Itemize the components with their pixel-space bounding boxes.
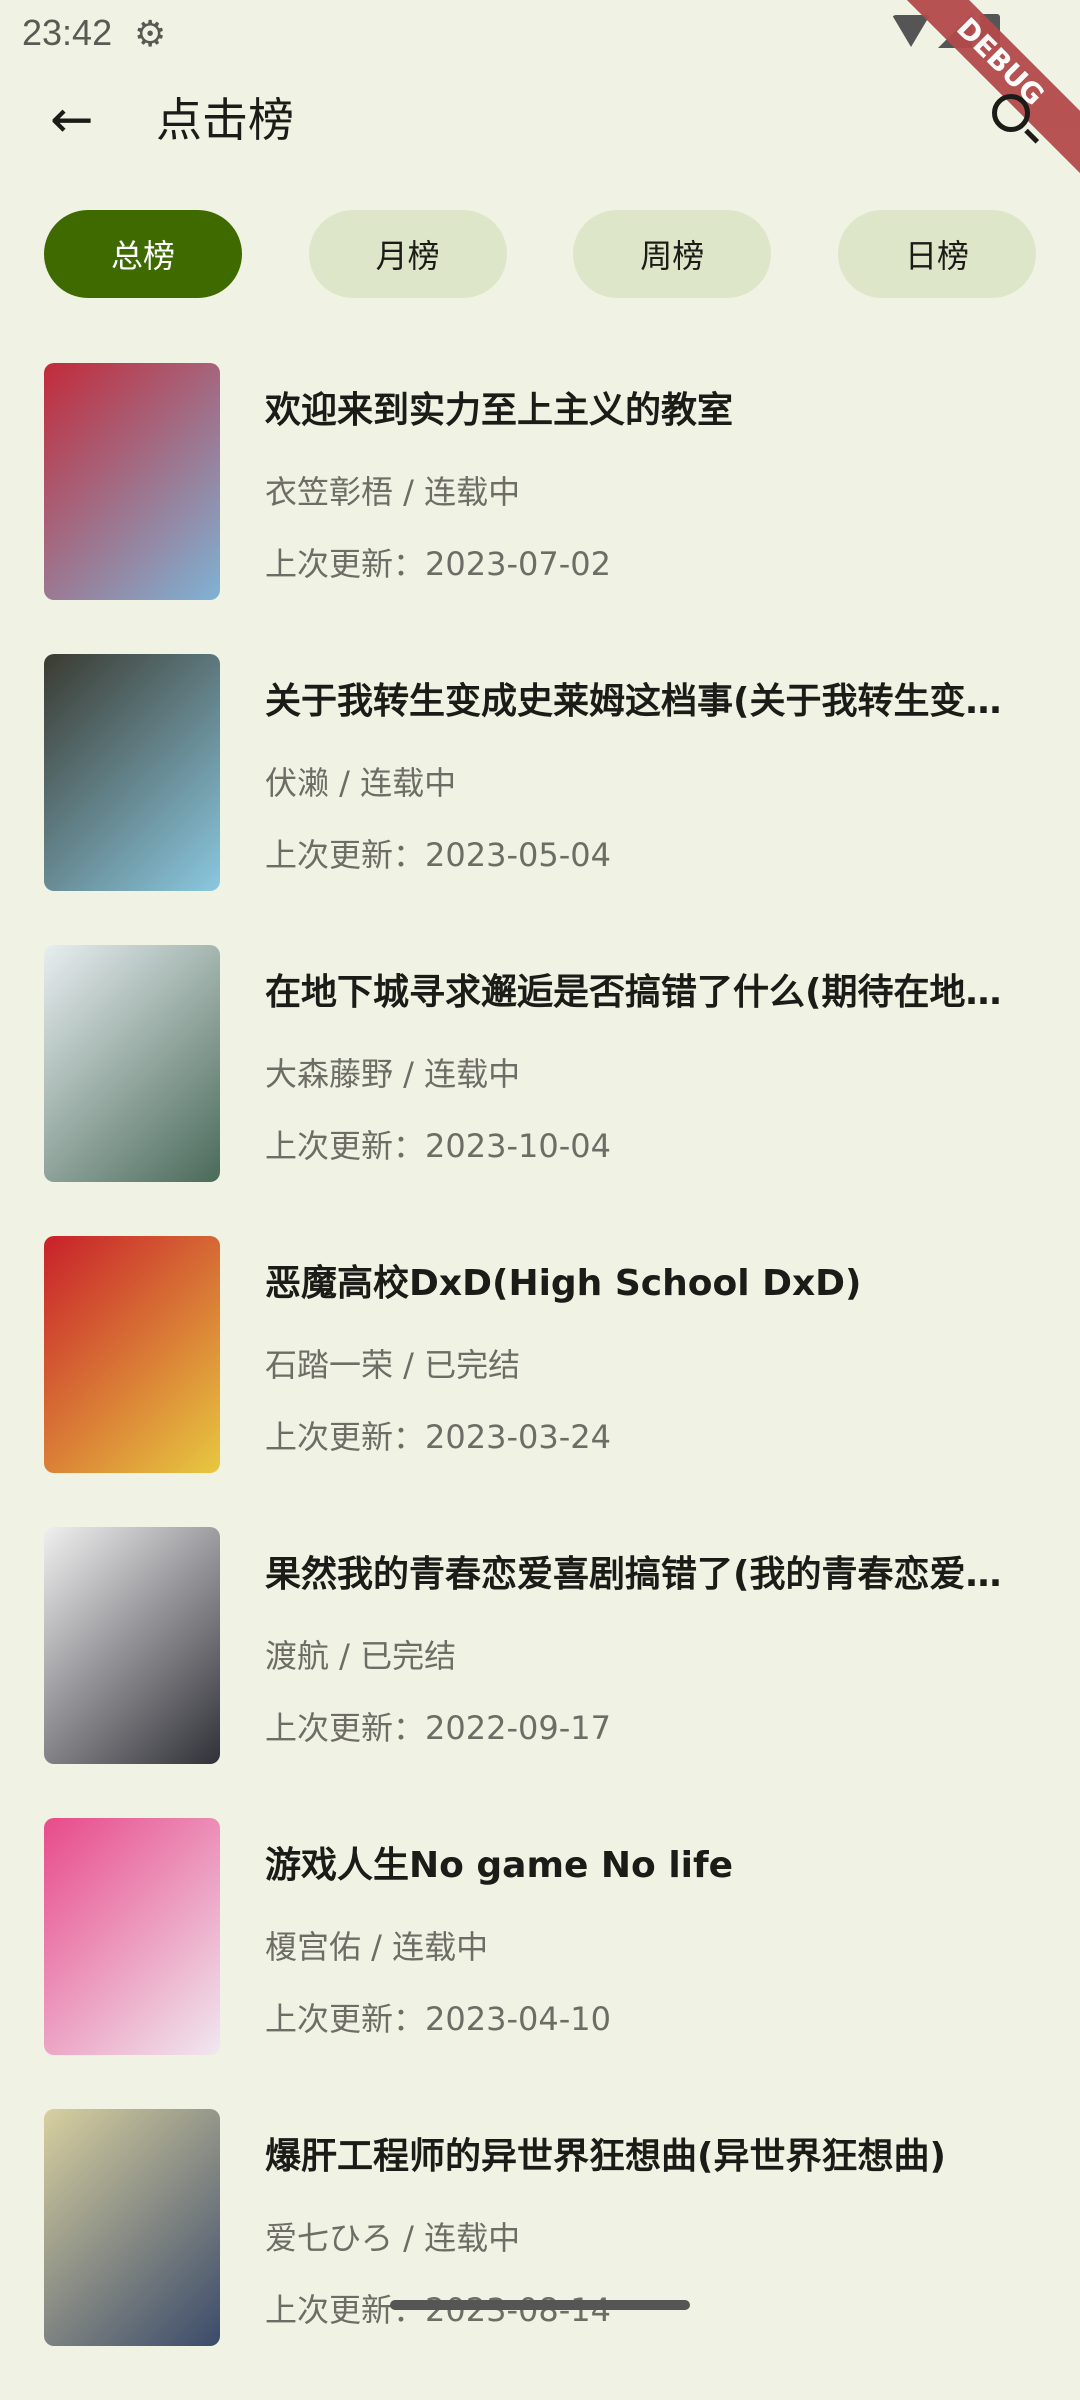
book-title: 欢迎来到实力至上主义的教室 xyxy=(265,390,734,431)
book-updated-date: 上次更新：2023-07-02 xyxy=(265,545,611,583)
book-list-item[interactable]: 爆肝工程师的异世界狂想曲(异世界狂想曲) 爱七ひろ / 连载中 上次更新：202… xyxy=(0,2109,1080,2400)
book-list: 欢迎来到实力至上主义的教室 衣笠彰梧 / 连载中 上次更新：2023-07-02… xyxy=(0,363,1080,2400)
page-title: 点击榜 xyxy=(156,93,294,147)
book-updated-date: 上次更新：2022-09-17 xyxy=(265,1709,611,1747)
book-title: 果然我的青春恋爱喜剧搞错了(我的青春恋爱物语果然有问题) xyxy=(265,1554,1036,1595)
book-updated-date: 上次更新：2023-10-04 xyxy=(265,1127,611,1165)
back-arrow-icon[interactable]: ← xyxy=(50,90,94,150)
book-title: 恶魔高校DxD(High School DxD) xyxy=(265,1263,862,1304)
home-indicator[interactable] xyxy=(390,2300,690,2310)
book-list-item[interactable]: 果然我的青春恋爱喜剧搞错了(我的青春恋爱物语果然有问题) 渡航 / 已完结 上次… xyxy=(0,1527,1080,1818)
app-bar: ← 点击榜 xyxy=(0,66,1080,176)
book-cover-image xyxy=(44,2109,220,2346)
book-list-item[interactable]: 在地下城寻求邂逅是否搞错了什么(期待在地下城邂逅有错吗) 大森藤野 / 连载中 … xyxy=(0,945,1080,1236)
book-cover-image xyxy=(44,1236,220,1473)
tab-monthly[interactable]: 月榜 xyxy=(308,210,507,298)
book-author-status: 渡航 / 已完结 xyxy=(265,1637,457,1675)
book-author-status: 衣笠彰梧 / 连载中 xyxy=(265,473,521,511)
book-cover-image xyxy=(44,1818,220,2055)
book-author-status: 石踏一荣 / 已完结 xyxy=(265,1346,521,1384)
book-updated-date: 上次更新：2023-04-10 xyxy=(265,2000,611,2038)
tab-daily[interactable]: 日榜 xyxy=(837,210,1036,298)
book-cover-image xyxy=(44,945,220,1182)
book-list-item[interactable]: 欢迎来到实力至上主义的教室 衣笠彰梧 / 连载中 上次更新：2023-07-02 xyxy=(0,363,1080,654)
book-list-item[interactable]: 关于我转生变成史莱姆这档事(关于我转生变成史莱姆这档事) 伏濑 / 连载中 上次… xyxy=(0,654,1080,945)
book-updated-date: 上次更新：2023-03-24 xyxy=(265,1418,611,1456)
status-time: 23:42 xyxy=(22,12,113,53)
book-list-item[interactable]: 游戏人生No game No life 榎宫佑 / 连载中 上次更新：2023-… xyxy=(0,1818,1080,2109)
book-author-status: 大森藤野 / 连载中 xyxy=(265,1055,521,1093)
ranking-tabs: 总榜 月榜 周榜 日榜 xyxy=(44,210,1036,298)
book-title: 在地下城寻求邂逅是否搞错了什么(期待在地下城邂逅有错吗) xyxy=(265,972,1036,1013)
book-cover-image xyxy=(44,1527,220,1764)
book-cover-image xyxy=(44,654,220,891)
book-title: 关于我转生变成史莱姆这档事(关于我转生变成史莱姆这档事) xyxy=(265,681,1036,722)
book-title: 爆肝工程师的异世界狂想曲(异世界狂想曲) xyxy=(265,2136,946,2177)
book-author-status: 榎宫佑 / 连载中 xyxy=(265,1928,489,1966)
gear-icon: ⚙ xyxy=(134,14,167,55)
wifi-icon xyxy=(892,15,930,47)
tab-total[interactable]: 总榜 xyxy=(44,210,242,298)
book-author-status: 伏濑 / 连载中 xyxy=(265,764,457,802)
tab-weekly[interactable]: 周榜 xyxy=(573,210,772,298)
book-title: 游戏人生No game No life xyxy=(265,1845,734,1886)
search-icon[interactable] xyxy=(992,94,1042,144)
book-cover-image xyxy=(44,363,220,600)
book-author-status: 爱七ひろ / 连载中 xyxy=(265,2219,521,2257)
book-list-item[interactable]: 恶魔高校DxD(High School DxD) 石踏一荣 / 已完结 上次更新… xyxy=(0,1236,1080,1527)
book-updated-date: 上次更新：2023-05-04 xyxy=(265,836,611,874)
